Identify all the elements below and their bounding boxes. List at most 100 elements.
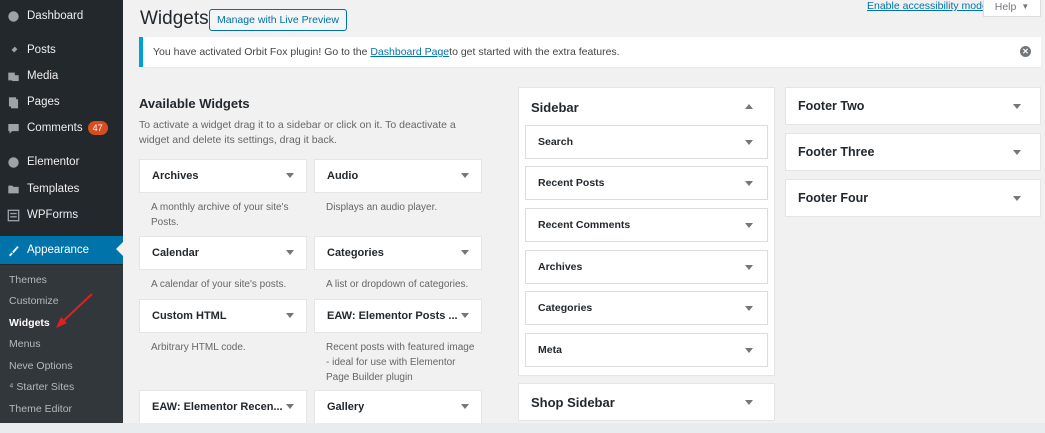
menu-item-media[interactable]: Media	[0, 63, 123, 89]
submenu-theme-editor[interactable]: Theme Editor	[9, 403, 72, 415]
submenu-menus[interactable]: Menus	[9, 338, 41, 350]
chevron-down-icon	[461, 404, 469, 409]
menu-item-comments[interactable]: Comments 47	[0, 115, 123, 141]
widget-title: Recent Posts	[538, 177, 605, 189]
close-icon[interactable]: ✕	[1020, 46, 1031, 57]
widget-title: Archives	[538, 261, 583, 273]
widget-description: A monthly archive of your site's Posts.	[151, 202, 289, 228]
dashboard-icon	[0, 10, 26, 23]
chevron-down-icon	[745, 265, 753, 270]
widget-calendar[interactable]: Calendar	[139, 236, 307, 270]
folder-icon	[0, 183, 26, 196]
widget-audio[interactable]: Audio	[314, 159, 482, 193]
menu-item-appearance[interactable]: Appearance	[0, 236, 123, 264]
comment-icon	[0, 122, 26, 135]
chevron-down-icon	[461, 173, 469, 178]
sidebar-widget-search[interactable]: Search	[525, 125, 768, 159]
comments-count-badge: 47	[87, 121, 108, 135]
chevron-down-icon	[1013, 150, 1021, 155]
chevron-down-icon	[461, 250, 469, 255]
chevron-down-icon	[286, 313, 294, 318]
menu-item-templates[interactable]: Templates	[0, 176, 123, 202]
page-title: Widgets	[140, 8, 209, 29]
pages-icon	[0, 96, 26, 109]
widget-title: Categories	[538, 302, 593, 314]
widget-eaw-elementor-posts[interactable]: EAW: Elementor Posts ...	[314, 299, 482, 333]
widget-title: Archives	[152, 170, 199, 182]
chevron-down-icon	[1013, 104, 1021, 109]
chevron-down-icon	[461, 313, 469, 318]
widget-description: Displays an audio player.	[326, 202, 438, 213]
widget-gallery[interactable]: Gallery	[314, 390, 482, 424]
form-icon	[0, 209, 26, 222]
dashboard-page-link[interactable]: Dashboard Page	[370, 46, 449, 58]
media-icon	[0, 70, 26, 83]
sidebar-widget-meta[interactable]: Meta	[525, 333, 768, 367]
chevron-down-icon	[745, 400, 753, 405]
widget-description: A calendar of your site's posts.	[151, 279, 287, 290]
admin-sidebar: Dashboard Posts Media Pages Comments 47 …	[0, 0, 123, 433]
menu-item-posts[interactable]: Posts	[0, 37, 123, 63]
submenu-starter-sites[interactable]: ⁴ Starter Sites	[9, 381, 74, 393]
elementor-icon	[0, 156, 26, 169]
widget-categories[interactable]: Categories	[314, 236, 482, 270]
menu-item-elementor[interactable]: Elementor	[0, 149, 123, 175]
sidebar-widget-archives[interactable]: Archives	[525, 250, 768, 284]
sidebar-widget-recent-comments[interactable]: Recent Comments	[525, 208, 768, 242]
menu-item-pages[interactable]: Pages	[0, 89, 123, 115]
available-widgets-title: Available Widgets	[139, 96, 250, 111]
widget-title: Meta	[538, 344, 562, 356]
footer-four-area[interactable]: Footer Four	[785, 179, 1041, 217]
menu-label: Dashboard	[27, 10, 84, 22]
bottom-strip	[0, 423, 1045, 433]
chevron-up-icon[interactable]	[745, 104, 753, 109]
widget-title: Audio	[327, 170, 359, 182]
menu-label: Appearance	[27, 244, 90, 256]
widget-title: Recent Comments	[538, 219, 631, 231]
menu-label: Elementor	[27, 156, 80, 168]
widget-title: Search	[538, 136, 574, 148]
notice-text-before: You have activated Orbit Fox plugin! Go …	[153, 46, 368, 58]
menu-label: Pages	[27, 96, 60, 108]
sidebar-widget-recent-posts[interactable]: Recent Posts	[525, 166, 768, 200]
widget-archives[interactable]: Archives	[139, 159, 307, 193]
widget-description: Recent posts with featured image - ideal…	[326, 342, 475, 383]
footer-two-area[interactable]: Footer Two	[785, 87, 1041, 125]
widget-title: Custom HTML	[152, 310, 227, 322]
chevron-down-icon	[286, 250, 294, 255]
menu-label: WPForms	[27, 209, 79, 221]
available-widgets-description: To activate a widget drag it to a sideba…	[139, 119, 456, 146]
submenu-widgets[interactable]: Widgets	[9, 317, 50, 329]
chevron-down-icon: ▼	[1021, 2, 1030, 11]
manage-live-preview-button[interactable]: Manage with Live Preview	[209, 9, 347, 31]
help-label: Help	[994, 0, 1017, 13]
sidebar-widget-categories[interactable]: Categories	[525, 291, 768, 325]
submenu-neve-options[interactable]: Neve Options	[9, 360, 73, 372]
chevron-down-icon	[745, 223, 753, 228]
help-tab[interactable]: Help ▼	[983, 0, 1041, 17]
widget-title: EAW: Elementor Posts ...	[327, 310, 458, 322]
menu-label: Templates	[27, 183, 80, 195]
menu-item-wpforms[interactable]: WPForms	[0, 202, 123, 228]
notice-text-after: to get started with the extra features.	[449, 46, 620, 58]
chevron-down-icon	[745, 140, 753, 145]
sidebar-area-title[interactable]: Sidebar	[531, 100, 579, 115]
footer-three-area[interactable]: Footer Three	[785, 133, 1041, 171]
widget-eaw-elementor-recent[interactable]: EAW: Elementor Recen...	[139, 390, 307, 424]
chevron-down-icon	[745, 306, 753, 311]
widget-title: Gallery	[327, 401, 365, 413]
menu-item-dashboard[interactable]: Dashboard	[0, 3, 123, 29]
pin-icon	[0, 44, 26, 57]
submenu-themes[interactable]: Themes	[9, 274, 47, 286]
menu-label: Posts	[27, 44, 56, 56]
chevron-down-icon	[1013, 196, 1021, 201]
chevron-down-icon	[286, 173, 294, 178]
widget-title: EAW: Elementor Recen...	[152, 401, 283, 413]
footer-area-title: Footer Four	[798, 191, 869, 205]
widget-custom-html[interactable]: Custom HTML	[139, 299, 307, 333]
footer-area-title: Footer Three	[798, 145, 875, 159]
widget-title: Calendar	[152, 247, 200, 259]
accessibility-mode-link[interactable]: Enable accessibility mode	[867, 0, 988, 12]
chevron-down-icon	[286, 404, 294, 409]
shop-sidebar-area[interactable]: Shop Sidebar	[518, 383, 775, 421]
